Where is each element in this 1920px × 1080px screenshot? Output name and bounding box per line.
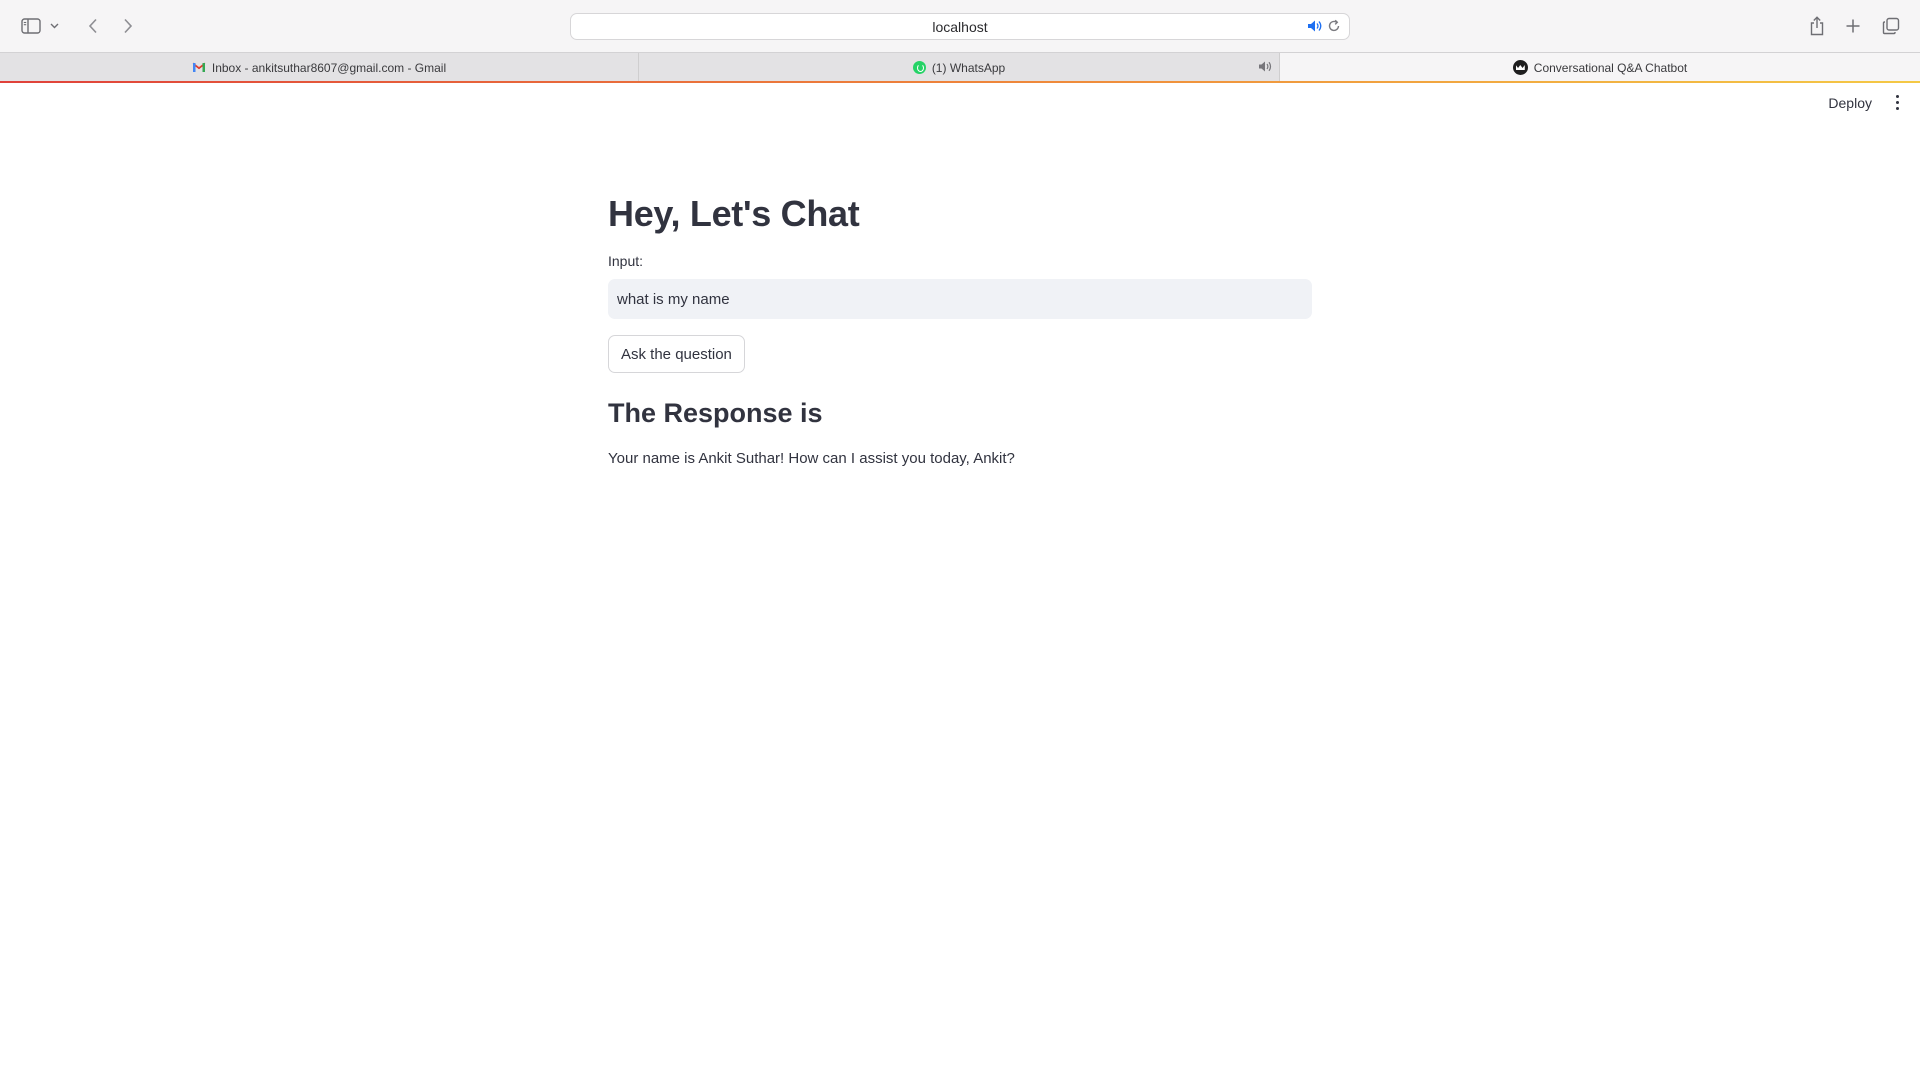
app-header: Deploy xyxy=(0,83,1920,127)
share-icon[interactable] xyxy=(1804,14,1830,38)
back-arrow-icon[interactable] xyxy=(80,14,106,38)
deploy-button[interactable]: Deploy xyxy=(1828,95,1872,111)
tab-whatsapp[interactable]: (1) WhatsApp xyxy=(639,53,1280,82)
ask-question-button[interactable]: Ask the question xyxy=(608,335,745,373)
page-title: Hey, Let's Chat xyxy=(608,193,860,234)
tab-gmail[interactable]: Inbox - ankitsuthar8607@gmail.com - Gmai… xyxy=(0,53,639,82)
forward-arrow-icon[interactable] xyxy=(115,14,141,38)
input-label: Input: xyxy=(608,253,644,269)
audio-playing-icon[interactable] xyxy=(1307,19,1323,38)
browser-toolbar: localhost xyxy=(0,0,1920,52)
address-bar[interactable]: localhost xyxy=(570,13,1350,40)
response-heading: The Response is xyxy=(608,398,823,428)
tab-label: (1) WhatsApp xyxy=(931,60,1006,75)
question-input[interactable]: what is my name xyxy=(608,279,1312,319)
gmail-icon xyxy=(192,62,206,72)
tab-label: Conversational Q&A Chatbot xyxy=(1533,60,1688,75)
tab-chatbot[interactable]: Conversational Q&A Chatbot xyxy=(1280,53,1920,82)
response-text: Your name is Ankit Suthar! How can I ass… xyxy=(608,450,1015,467)
streamlit-icon xyxy=(1512,60,1528,75)
address-bar-url: localhost xyxy=(932,18,988,35)
more-options-icon[interactable] xyxy=(1892,95,1902,115)
reload-icon[interactable] xyxy=(1327,19,1341,38)
new-tab-plus-icon[interactable] xyxy=(1840,14,1866,38)
whatsapp-icon xyxy=(912,61,926,74)
tab-label: Inbox - ankitsuthar8607@gmail.com - Gmai… xyxy=(211,60,447,75)
chevron-down-icon[interactable] xyxy=(47,14,61,38)
sidebar-toggle-icon[interactable] xyxy=(18,14,44,38)
tab-overview-icon[interactable] xyxy=(1878,14,1904,38)
tab-bar: Inbox - ankitsuthar8607@gmail.com - Gmai… xyxy=(0,52,1920,82)
main-content: Hey, Let's Chat Input: what is my name A… xyxy=(608,190,1312,467)
speaker-icon[interactable] xyxy=(1258,60,1273,76)
question-input-value: what is my name xyxy=(617,290,730,308)
